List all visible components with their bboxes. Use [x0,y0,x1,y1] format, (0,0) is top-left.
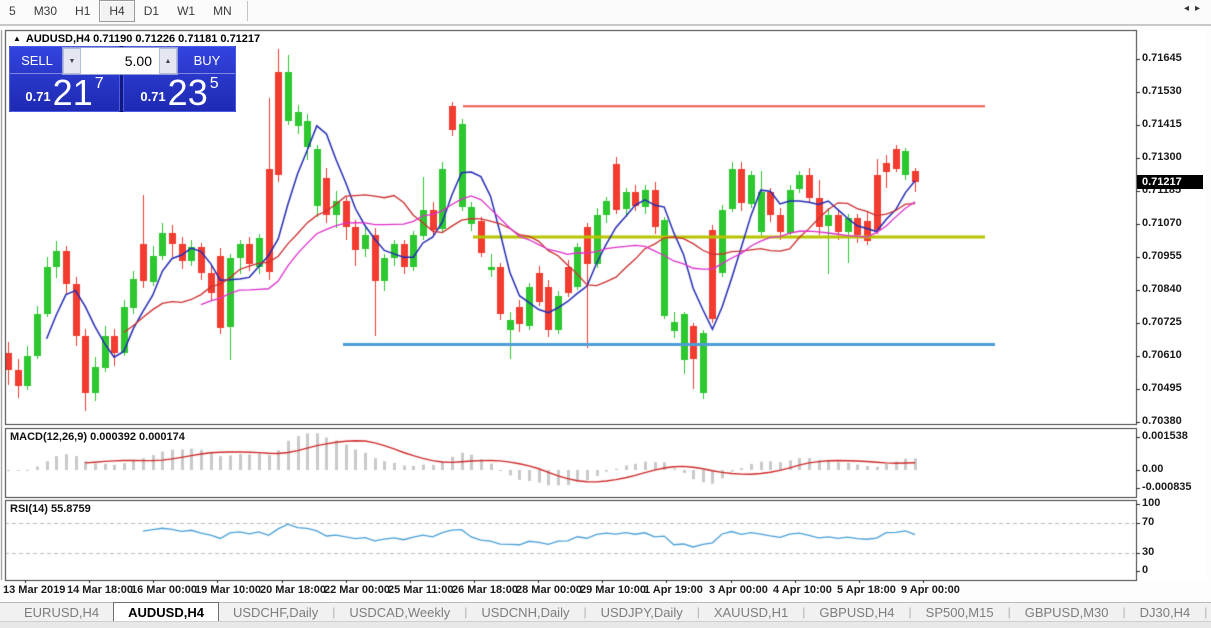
buy-label: BUY [193,52,221,68]
symbol-tab-dj30[interactable]: DJ30,H4 [1126,603,1205,621]
macd-tick-label: -0.000835 [1142,481,1192,493]
time-tick-label: 26 Mar 18:00 [452,584,519,596]
toolbar-separator [246,1,248,21]
tab-scroll-arrows: ◂▸ [1184,3,1206,14]
timeframe-button-mn[interactable]: MN [204,1,241,21]
volume-decrease-button[interactable]: ▼ [63,48,81,74]
chart-ohlc-text: AUDUSD,H4 0.71190 0.71226 0.71181 0.7121… [25,33,261,45]
price-tick-label: 0.71300 [1142,151,1182,163]
trading-terminal-window: 5 M30 H1 H4 D1 W1 MN ▲ AUDUSD,H4 0.71190 … [0,0,1211,628]
time-tick-label: 5 Apr 18:00 [837,584,896,596]
price-tick-label: 0.70725 [1142,316,1182,328]
price-tick-label: 0.71530 [1142,85,1182,97]
one-click-trading-panel: SELL 0.71 21 7 BUY 0.71 23 5 ▼ 5.00 ▲ [9,46,236,112]
timeframe-button-h4[interactable]: H4 [99,0,135,22]
time-tick-label: 28 Mar 00:00 [516,584,583,596]
time-tick-label: 16 Mar 00:00 [131,584,198,596]
symbol-tab-usdcnh[interactable]: USDCNH,Daily [467,603,583,621]
symbol-tab-gbpusd[interactable]: GBPUSD,M30 [1011,603,1123,621]
sell-price-pips: 21 [52,72,93,113]
rsi-tick-label: 70 [1142,516,1155,528]
time-tick-label: 20 Mar 18:00 [260,584,327,596]
time-tick-label: 3 Apr 00:00 [709,584,768,596]
time-tick-label: 9 Apr 00:00 [901,584,960,596]
symbol-tab-audusd[interactable]: AUDUSD,H4 [113,602,219,621]
sell-price-point: 7 [94,75,104,92]
rsi-tick-label: 0 [1142,564,1149,576]
symbol-tab-bar: EURUSD,H4 AUDUSD,H4 USDCHF,Daily | USDCAD,We… [0,602,1211,621]
rsi-tick-label: 30 [1142,546,1155,558]
timeframe-toolbar: 5 M30 H1 H4 D1 W1 MN [0,0,1211,26]
current-price-tag: 0.71217 [1137,175,1203,189]
price-tick-label: 0.70610 [1142,349,1182,361]
time-tick-label: 19 Mar 10:00 [195,584,262,596]
rsi-tick-label: 100 [1142,497,1161,509]
symbol-tab-gbpusd[interactable]: GBPUSD,H4 [805,603,908,621]
tab-scroll-right-icon[interactable]: ▸ [1195,3,1206,14]
buy-price: 0.71 23 5 [124,74,235,111]
price-tick-label: 0.70955 [1142,250,1182,262]
price-tick-label: 0.70380 [1142,415,1182,427]
timeframe-button-m30[interactable]: M30 [25,1,66,21]
volume-spinner: ▼ 5.00 ▲ [62,47,178,75]
price-tick-label: 0.70495 [1142,382,1182,394]
symbol-tab-tech100[interactable]: TECH100,H1 [1207,603,1211,621]
symbol-tab-usdchf[interactable]: USDCHF,Daily [219,603,332,621]
price-tick-label: 0.71070 [1142,217,1182,229]
symbol-tab-usdcad[interactable]: USDCAD,Weekly [335,603,464,621]
time-tick-label: 13 Mar 2019 [3,584,66,596]
buy-price-prefix: 0.71 [140,89,166,104]
time-tick-label: 14 Mar 18:00 [67,584,134,596]
time-tick-label: 29 Mar 10:00 [580,584,647,596]
time-tick-label: 4 Apr 10:00 [773,584,832,596]
sell-price-prefix: 0.71 [25,89,51,104]
buy-price-point: 5 [209,75,219,92]
sell-price: 0.71 21 7 [10,74,119,111]
time-tick-label: 22 Mar 00:00 [324,584,391,596]
symbol-tab-xauusd[interactable]: XAUUSD,H1 [700,603,802,621]
price-tick-label: 0.70840 [1142,283,1182,295]
price-tick-label: 0.71415 [1142,118,1182,130]
rsi-indicator-label: RSI(14) 55.8759 [10,503,91,515]
symbol-tab-usdjpy[interactable]: USDJPY,Daily [587,603,697,621]
timeframe-button-m5[interactable]: 5 [0,1,25,21]
buy-price-pips: 23 [167,72,208,113]
volume-increase-button[interactable]: ▲ [159,48,177,74]
time-tick-label: 25 Mar 11:00 [388,584,454,596]
macd-tick-label: 0.001538 [1142,430,1188,442]
macd-indicator-label: MACD(12,26,9) 0.000392 0.000174 [10,431,185,443]
volume-input[interactable]: 5.00 [81,48,159,74]
macd-tick-label: 0.00 [1142,463,1164,475]
sell-label: SELL [21,52,53,68]
symbol-tab-sp500[interactable]: SP500,M15 [912,603,1008,621]
price-tick-label: 0.71645 [1142,52,1182,64]
bottom-scrollbar-strip[interactable] [0,621,1211,628]
timeframe-button-d1[interactable]: D1 [135,1,168,21]
symbol-tab-eurusd[interactable]: EURUSD,H4 [10,603,113,621]
timeframe-button-w1[interactable]: W1 [168,1,204,21]
timeframe-button-h1[interactable]: H1 [66,1,99,21]
collapse-triangle-icon[interactable]: ▲ [13,34,21,43]
tab-scroll-left-icon[interactable]: ◂ [1184,3,1195,14]
chart-ohlc-header: ▲ AUDUSD,H4 0.71190 0.71226 0.71181 0.712… [13,33,260,45]
time-tick-label: 1 Apr 19:00 [644,584,703,596]
